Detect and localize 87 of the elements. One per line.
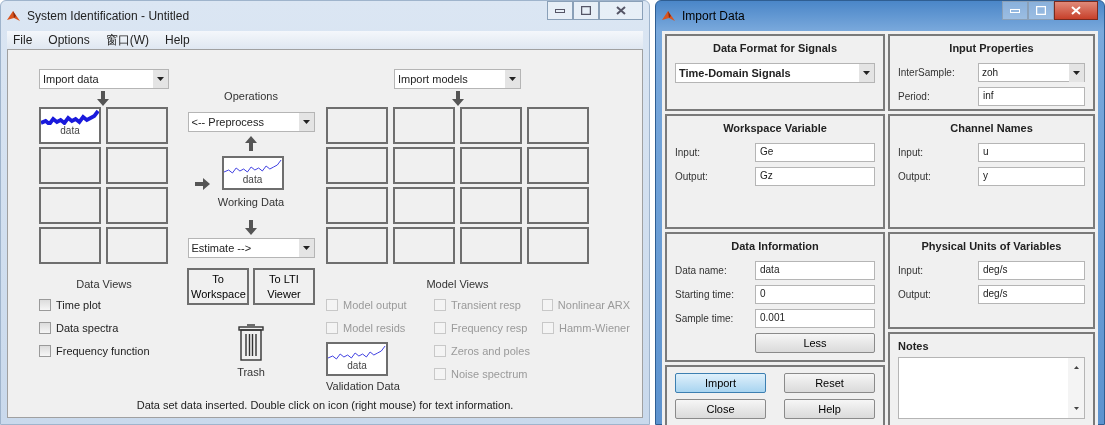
signal-icon (223, 158, 282, 174)
checkbox-label: Frequency function (56, 344, 150, 357)
panel-title: Workspace Variable (722, 122, 828, 134)
maximize-icon (581, 6, 591, 15)
field-label: Sample time: (675, 313, 735, 324)
field-label: Starting time: (675, 289, 735, 300)
app-icon (662, 10, 676, 22)
checkbox-label: Model resids (343, 321, 406, 334)
checkbox-label: Data spectra (56, 321, 119, 334)
text-field[interactable]: Gz (755, 167, 875, 186)
panel-title: Notes (898, 340, 930, 352)
close-icon (616, 6, 626, 15)
field-label: Output: (898, 171, 932, 182)
down-arrow-icon (452, 90, 464, 106)
dialog-button[interactable]: Import (675, 373, 766, 393)
up-arrow-icon (1073, 366, 1079, 369)
checkbox-label: Time plot (56, 298, 101, 311)
caret-icon (157, 77, 164, 81)
text-field[interactable]: Ge (755, 143, 875, 162)
close-icon (1071, 6, 1081, 15)
minimize-icon (1010, 7, 1020, 14)
field-label: Period: (898, 91, 931, 102)
window-title: System Identification - Untitled (27, 9, 190, 23)
minimize-button[interactable] (1002, 1, 1028, 20)
board-caption: Validation Data (326, 380, 401, 392)
field-label: Input: (898, 265, 925, 276)
board-label: data (60, 125, 80, 136)
app-icon (7, 10, 21, 22)
field-label: Output: (675, 171, 709, 182)
down-arrow-icon (97, 90, 109, 106)
maximize-button[interactable] (1028, 1, 1054, 20)
text-field[interactable]: deg/s (978, 261, 1085, 280)
board-caption: Working Data (217, 196, 285, 208)
checkbox-label: Nonlinear ARX (557, 298, 630, 311)
caret-icon (1073, 70, 1080, 75)
field-label: Output: (898, 289, 932, 300)
dialog-button[interactable]: Reset (784, 373, 875, 393)
section-title: Operations (224, 90, 278, 102)
checkbox-label: Noise spectrum (451, 367, 528, 380)
panel-title: Data Format for Signals (711, 42, 839, 54)
field-label: Input: (675, 147, 702, 158)
text-field[interactable]: y (978, 167, 1085, 186)
panel-title: Data Information (730, 240, 820, 252)
field-label: Data name: (675, 265, 728, 276)
minimize-icon (555, 7, 565, 14)
field-label: Input: (898, 147, 925, 158)
format-dropdown[interactable]: Time-Domain Signals (675, 63, 875, 83)
text-field[interactable]: deg/s (978, 285, 1085, 304)
text-field[interactable]: inf (978, 87, 1085, 106)
section-title: Data Views (76, 278, 132, 290)
board-label: data (347, 360, 367, 371)
panel-title: Input Properties (948, 42, 1035, 54)
status-text: Data set data inserted. Double click on icon (right mouse) for text information. (136, 399, 514, 411)
signal-icon (41, 109, 99, 125)
notes-field[interactable] (898, 357, 1085, 419)
checkbox-label: Transient resp (451, 298, 521, 311)
checkbox-label: Model output (343, 298, 407, 311)
right-arrow-icon (194, 178, 210, 190)
up-arrow-icon (245, 136, 257, 151)
checkbox-label: Zeros and poles (451, 344, 530, 357)
field-label: InterSample: (898, 67, 956, 78)
text-field[interactable]: 0 (755, 285, 875, 304)
signal-icon (328, 344, 386, 360)
text-field[interactable]: data (755, 261, 875, 280)
scrollbar[interactable] (1068, 358, 1084, 418)
close-button[interactable] (1054, 1, 1098, 20)
maximize-icon (1036, 6, 1046, 15)
dialog-button[interactable]: Close (675, 399, 766, 419)
caret-icon (509, 77, 516, 81)
less-button[interactable]: Less (755, 333, 875, 353)
down-arrow-icon (245, 220, 257, 235)
caret-icon (302, 246, 310, 250)
down-arrow-icon (1073, 407, 1079, 410)
text-field[interactable]: u (978, 143, 1085, 162)
checkbox-label: Frequency resp (451, 321, 528, 334)
window-title: Import Data (682, 9, 745, 23)
dialog-button[interactable]: Help (784, 399, 875, 419)
panel-title: Channel Names (949, 122, 1034, 134)
board-label: data (242, 174, 263, 185)
intersample-dropdown[interactable]: zoh (978, 63, 1085, 82)
trash-label: Trash (237, 366, 265, 378)
caret-icon (302, 120, 310, 124)
panel-title: Physical Units of Variables (920, 240, 1063, 252)
text-field[interactable]: 0.001 (755, 309, 875, 328)
section-title: Model Views (426, 278, 489, 290)
caret-icon (863, 71, 870, 75)
checkbox-label: Hamm-Wiener (559, 321, 630, 334)
